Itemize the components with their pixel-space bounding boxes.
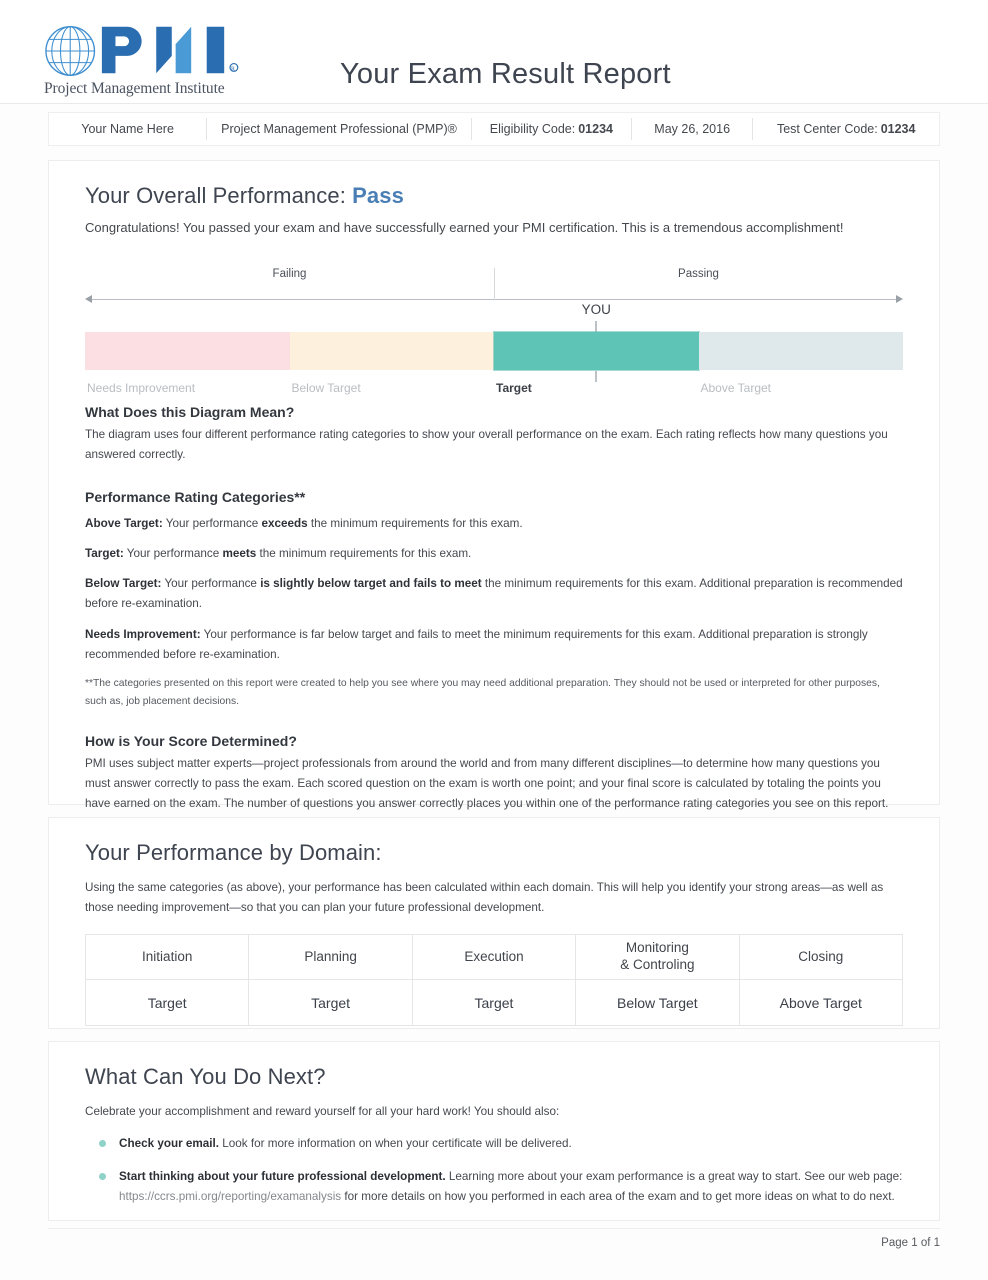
rating-category-item: Target: Your performance meets the minim… bbox=[85, 547, 472, 561]
rating-categories-heading: Performance Rating Categories** bbox=[85, 489, 306, 506]
exam-result-report-page: R Project Management Institute Your Exam… bbox=[0, 0, 988, 1280]
diagram-meaning-text: The diagram uses four different performa… bbox=[85, 427, 888, 461]
domain-header-cell: Monitoring & Controling bbox=[575, 934, 740, 981]
pmi-wordmark-icon: R bbox=[102, 26, 239, 74]
score-determination-text: PMI uses subject matter experts—project … bbox=[85, 756, 889, 810]
performance-by-domain-card: Your Performance by Domain: Using the sa… bbox=[48, 817, 940, 1029]
domain-section-title: Your Performance by Domain: bbox=[85, 840, 382, 865]
bullet-icon bbox=[99, 1140, 106, 1148]
overall-result-badge: Pass bbox=[352, 183, 404, 208]
credential-name: Project Management Professional (PMP)® bbox=[207, 118, 472, 140]
scale-bar-segments bbox=[85, 331, 903, 370]
svg-text:R: R bbox=[231, 66, 235, 72]
domain-results-table: Initiation Planning Execution Monitoring & C… bbox=[84, 934, 904, 1027]
overall-performance-card: Your Overall Performance: Pass Congratul… bbox=[48, 160, 940, 810]
page-number: Page 1 of 1 bbox=[881, 1237, 940, 1249]
exam-analysis-link[interactable]: https://ccrs.pmi.org/reporting/examanaly… bbox=[119, 1190, 341, 1203]
page-title: Your Exam Result Report bbox=[340, 58, 671, 90]
page-footer: Page 1 of 1 bbox=[48, 1228, 940, 1249]
scale-segment-target bbox=[494, 331, 699, 370]
test-center-value: 01234 bbox=[880, 122, 916, 136]
categories-footnote: **The categories presented on this repor… bbox=[85, 677, 880, 707]
rating-categories-list: Above Target: Your performance exceeds t… bbox=[85, 514, 903, 665]
rating-category-item: Below Target: Your performance is slight… bbox=[85, 577, 903, 611]
diagram-meaning-heading: What Does this Diagram Mean? bbox=[85, 403, 295, 420]
next-intro-text: Celebrate your accomplishment and reward… bbox=[85, 1105, 560, 1118]
rating-category-item: Needs Improvement: Your performance is f… bbox=[85, 627, 868, 661]
scale-segment-above-target bbox=[698, 331, 903, 370]
scale-label-above-target: Above Target bbox=[700, 380, 772, 395]
globe-icon bbox=[45, 26, 96, 76]
scale-category-labels: Needs Improvement Below Target Target Above… bbox=[85, 381, 903, 399]
overall-title-prefix: Your Overall Performance: bbox=[85, 183, 346, 208]
overall-performance-title: Your Overall Performance: Pass bbox=[85, 183, 903, 209]
performance-scale-chart: Failing Passing YOU Needs Improvement Bel… bbox=[85, 267, 903, 395]
next-steps-list: Check your email. Look for more informat… bbox=[85, 1134, 903, 1207]
table-header-row: Initiation Planning Execution Monitoring & C… bbox=[84, 934, 904, 981]
scale-segment-needs-improvement bbox=[85, 331, 290, 370]
you-marker-label: YOU bbox=[581, 301, 611, 317]
domain-header-cell: Initiation bbox=[84, 934, 250, 981]
what-next-card: What Can You Do Next? Celebrate your acc… bbox=[48, 1041, 940, 1221]
table-row: Target Target Target Below Target Above Targ… bbox=[84, 979, 904, 1027]
pmi-logo: R Project Management Institute bbox=[44, 22, 244, 98]
bullet-icon bbox=[99, 1173, 106, 1181]
scale-label-needs-improvement: Needs Improvement bbox=[87, 380, 196, 395]
domain-intro-text: Using the same categories (as above), yo… bbox=[85, 881, 884, 915]
domain-result-cell: Below Target bbox=[575, 979, 740, 1027]
test-center-code: Test Center Code: 01234 bbox=[753, 118, 939, 140]
scale-label-below-target: Below Target bbox=[291, 380, 361, 395]
scale-label-target: Target bbox=[496, 380, 532, 395]
eligibility-value: 01234 bbox=[578, 122, 613, 136]
list-item: Check your email. Look for more informat… bbox=[85, 1134, 903, 1154]
pass-fail-divider bbox=[494, 267, 495, 300]
domain-header-cell: Closing bbox=[738, 934, 904, 981]
rating-category-item: Above Target: Your performance exceeds t… bbox=[85, 517, 523, 531]
you-marker: YOU bbox=[85, 301, 903, 332]
congratulations-text: Congratulations! You passed your exam an… bbox=[85, 220, 844, 235]
next-section-title: What Can You Do Next? bbox=[85, 1064, 326, 1089]
candidate-info-bar: Your Name Here Project Management Profes… bbox=[48, 112, 940, 146]
scale-segment-below-target bbox=[289, 331, 494, 370]
domain-result-cell: Above Target bbox=[738, 979, 904, 1027]
domain-result-cell: Target bbox=[84, 979, 250, 1027]
zone-label-failing: Failing bbox=[272, 267, 307, 280]
eligibility-code: Eligibility Code: 01234 bbox=[472, 118, 632, 140]
domain-header-cell: Planning bbox=[248, 934, 413, 981]
you-marker-tick-top bbox=[595, 320, 597, 332]
eligibility-label: Eligibility Code: bbox=[489, 122, 576, 136]
domain-header-cell: Execution bbox=[411, 934, 577, 981]
domain-result-cell: Target bbox=[411, 979, 577, 1027]
candidate-name: Your Name Here bbox=[49, 118, 208, 140]
exam-date: May 26, 2016 bbox=[632, 118, 754, 140]
zone-label-passing: Passing bbox=[678, 267, 719, 280]
list-item: Start thinking about your future profess… bbox=[85, 1167, 903, 1207]
logo-tagline: Project Management Institute bbox=[44, 80, 225, 97]
score-determination-heading: How is Your Score Determined? bbox=[85, 732, 297, 749]
test-center-label: Test Center Code: bbox=[776, 122, 878, 136]
report-header: R Project Management Institute Your Exam… bbox=[0, 0, 988, 104]
domain-result-cell: Target bbox=[248, 979, 413, 1027]
